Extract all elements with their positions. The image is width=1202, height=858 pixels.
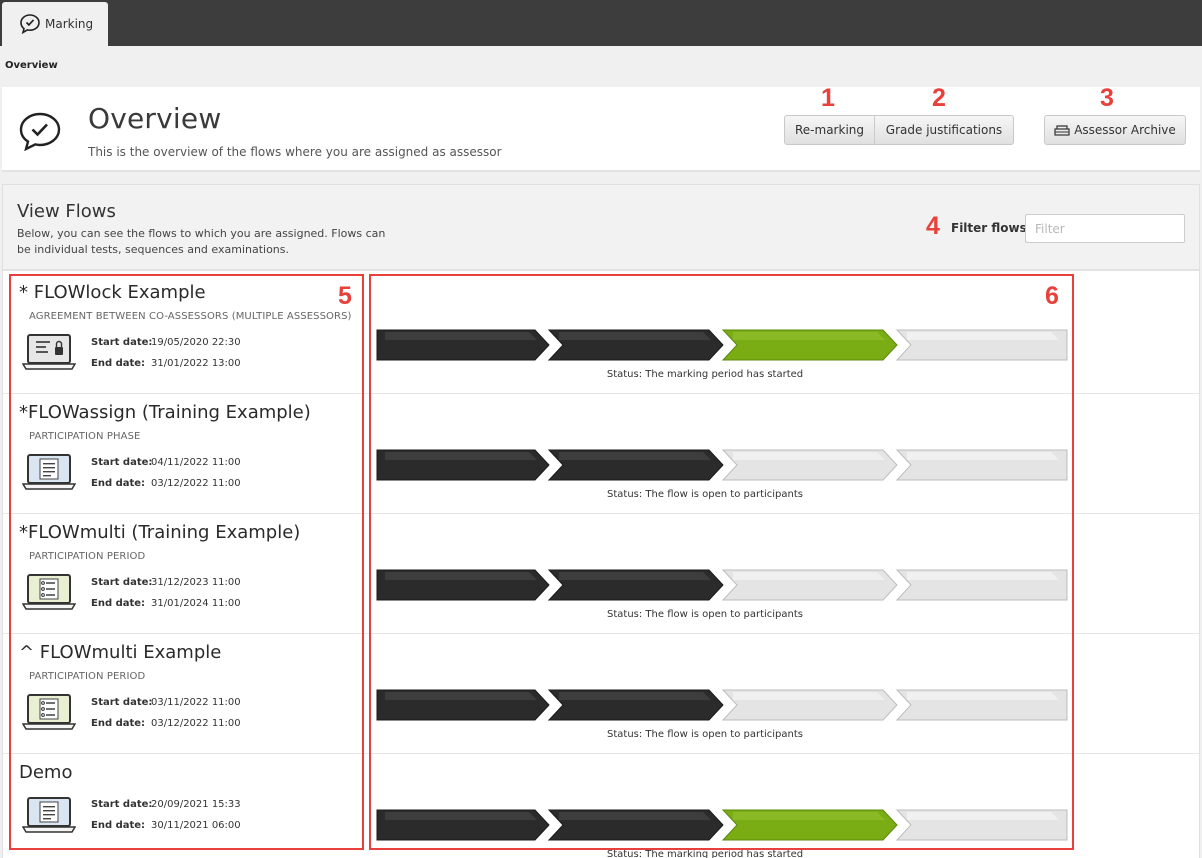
breadcrumb[interactable]: Overview — [5, 60, 58, 71]
start-date-label: Start date: — [91, 337, 153, 348]
flow-name[interactable]: *FLOWassign (Training Example) — [19, 402, 311, 423]
annotation-2: 2 — [932, 84, 946, 112]
end-date-label: End date: — [91, 718, 146, 729]
end-date-value: 03/12/2022 11:00 — [151, 478, 241, 489]
end-date-line: End date: 03/12/2022 11:00 — [91, 718, 241, 729]
flow-row[interactable]: ^ FLOWmulti Example PARTICIPATION PERIOD S… — [3, 634, 1199, 754]
flow-phase: AGREEMENT BETWEEN CO-ASSESSORS (MULTIPLE… — [29, 311, 352, 322]
flow-name[interactable]: * FLOWlock Example — [19, 282, 206, 303]
end-date-line: End date: 31/01/2022 13:00 — [91, 358, 241, 369]
laptop-document-icon — [21, 796, 77, 834]
assessor-archive-button[interactable]: Assessor Archive — [1044, 115, 1186, 145]
end-date-value: 31/01/2024 11:00 — [151, 598, 241, 609]
flow-row[interactable]: * FLOWlock Example AGREEMENT BETWEEN CO-A… — [3, 274, 1199, 394]
start-date-line: Start date:19/05/2020 22:30 — [91, 337, 241, 348]
start-date-value: 31/12/2023 11:00 — [151, 577, 241, 588]
annotation-4: 4 — [926, 212, 940, 240]
remarking-button[interactable]: Re-marking — [784, 115, 875, 145]
start-date-line: Start date:20/09/2021 15:33 — [91, 799, 241, 810]
flow-name[interactable]: Demo — [19, 762, 72, 783]
annotation-1: 1 — [821, 84, 835, 112]
start-date-value: 19/05/2020 22:30 — [151, 337, 241, 348]
start-date-line: Start date:31/12/2023 11:00 — [91, 577, 241, 588]
view-flows-title: View Flows — [17, 201, 116, 222]
annotation-5: 5 — [338, 282, 352, 310]
page-subtitle: This is the overview of the flows where … — [88, 145, 502, 159]
flow-progress-bar — [375, 568, 1071, 602]
end-date-value: 31/01/2022 13:00 — [151, 358, 241, 369]
annotation-6: 6 — [1045, 282, 1059, 310]
tab-marking[interactable]: Marking — [2, 2, 108, 46]
laptop-checklist-icon — [21, 573, 77, 611]
end-date-value: 03/12/2022 11:00 — [151, 718, 241, 729]
flow-phase: PARTICIPATION PHASE — [29, 431, 141, 442]
start-date-value: 03/11/2022 11:00 — [151, 697, 241, 708]
start-date-value: 04/11/2022 11:00 — [151, 457, 241, 468]
overview-header: Overview This is the overview of the flo… — [2, 87, 1200, 172]
end-date-label: End date: — [91, 598, 146, 609]
flow-progress-bar — [375, 688, 1071, 722]
page-title: Overview — [88, 102, 222, 135]
flow-row[interactable]: *FLOWassign (Training Example) PARTICIPAT… — [3, 394, 1199, 514]
view-flows-panel: View Flows Below, you can see the flows … — [2, 184, 1200, 858]
start-date-label: Start date: — [91, 457, 153, 468]
view-flows-description: Below, you can see the flows to which yo… — [17, 227, 386, 256]
flow-row[interactable]: *FLOWmulti (Training Example) PARTICIPATI… — [3, 514, 1199, 634]
end-date-line: End date: 30/11/2021 06:00 — [91, 820, 241, 831]
top-bar: Marking — [0, 0, 1202, 46]
flow-row[interactable]: Demo Start date:20/09/2021 15:33 End date:… — [3, 754, 1199, 858]
flow-name[interactable]: ^ FLOWmulti Example — [19, 642, 221, 663]
view-flows-header: View Flows Below, you can see the flows … — [3, 185, 1199, 271]
start-date-label: Start date: — [91, 577, 153, 588]
assessor-archive-label: Assessor Archive — [1074, 123, 1176, 137]
laptop-lock-icon — [21, 333, 77, 371]
flow-status: Status: The flow is open to participants — [607, 609, 803, 620]
archive-icon — [1054, 125, 1070, 136]
end-date-label: End date: — [91, 358, 146, 369]
flow-status: Status: The flow is open to participants — [607, 729, 803, 740]
end-date-value: 30/11/2021 06:00 — [151, 820, 241, 831]
flow-status: Status: The flow is open to participants — [607, 489, 803, 500]
grade-justifications-button[interactable]: Grade justifications — [874, 115, 1014, 145]
flow-phase: PARTICIPATION PERIOD — [29, 551, 146, 562]
flow-phase: PARTICIPATION PERIOD — [29, 671, 146, 682]
end-date-line: End date: 03/12/2022 11:00 — [91, 478, 241, 489]
flow-status: Status: The marking period has started — [606, 849, 804, 858]
annotation-3: 3 — [1100, 84, 1114, 112]
start-date-line: Start date:04/11/2022 11:00 — [91, 457, 241, 468]
end-date-label: End date: — [91, 478, 146, 489]
flow-progress-bar — [375, 808, 1071, 842]
flow-name[interactable]: *FLOWmulti (Training Example) — [19, 522, 300, 543]
filter-input[interactable] — [1025, 214, 1185, 243]
start-date-label: Start date: — [91, 799, 153, 810]
flow-status: Status: The marking period has started — [606, 369, 804, 380]
flow-progress-bar — [375, 328, 1071, 362]
laptop-document-icon — [21, 453, 77, 491]
flow-progress-bar — [375, 448, 1071, 482]
check-speech-bubble-icon — [19, 112, 61, 151]
start-date-line: Start date:03/11/2022 11:00 — [91, 697, 241, 708]
filter-label: Filter flows — [951, 221, 1027, 235]
end-date-label: End date: — [91, 820, 146, 831]
tab-label: Marking — [45, 17, 94, 31]
end-date-line: End date: 31/01/2024 11:00 — [91, 598, 241, 609]
laptop-checklist-icon — [21, 693, 77, 731]
start-date-label: Start date: — [91, 697, 153, 708]
check-speech-bubble-icon — [20, 14, 40, 35]
start-date-value: 20/09/2021 15:33 — [151, 799, 241, 810]
